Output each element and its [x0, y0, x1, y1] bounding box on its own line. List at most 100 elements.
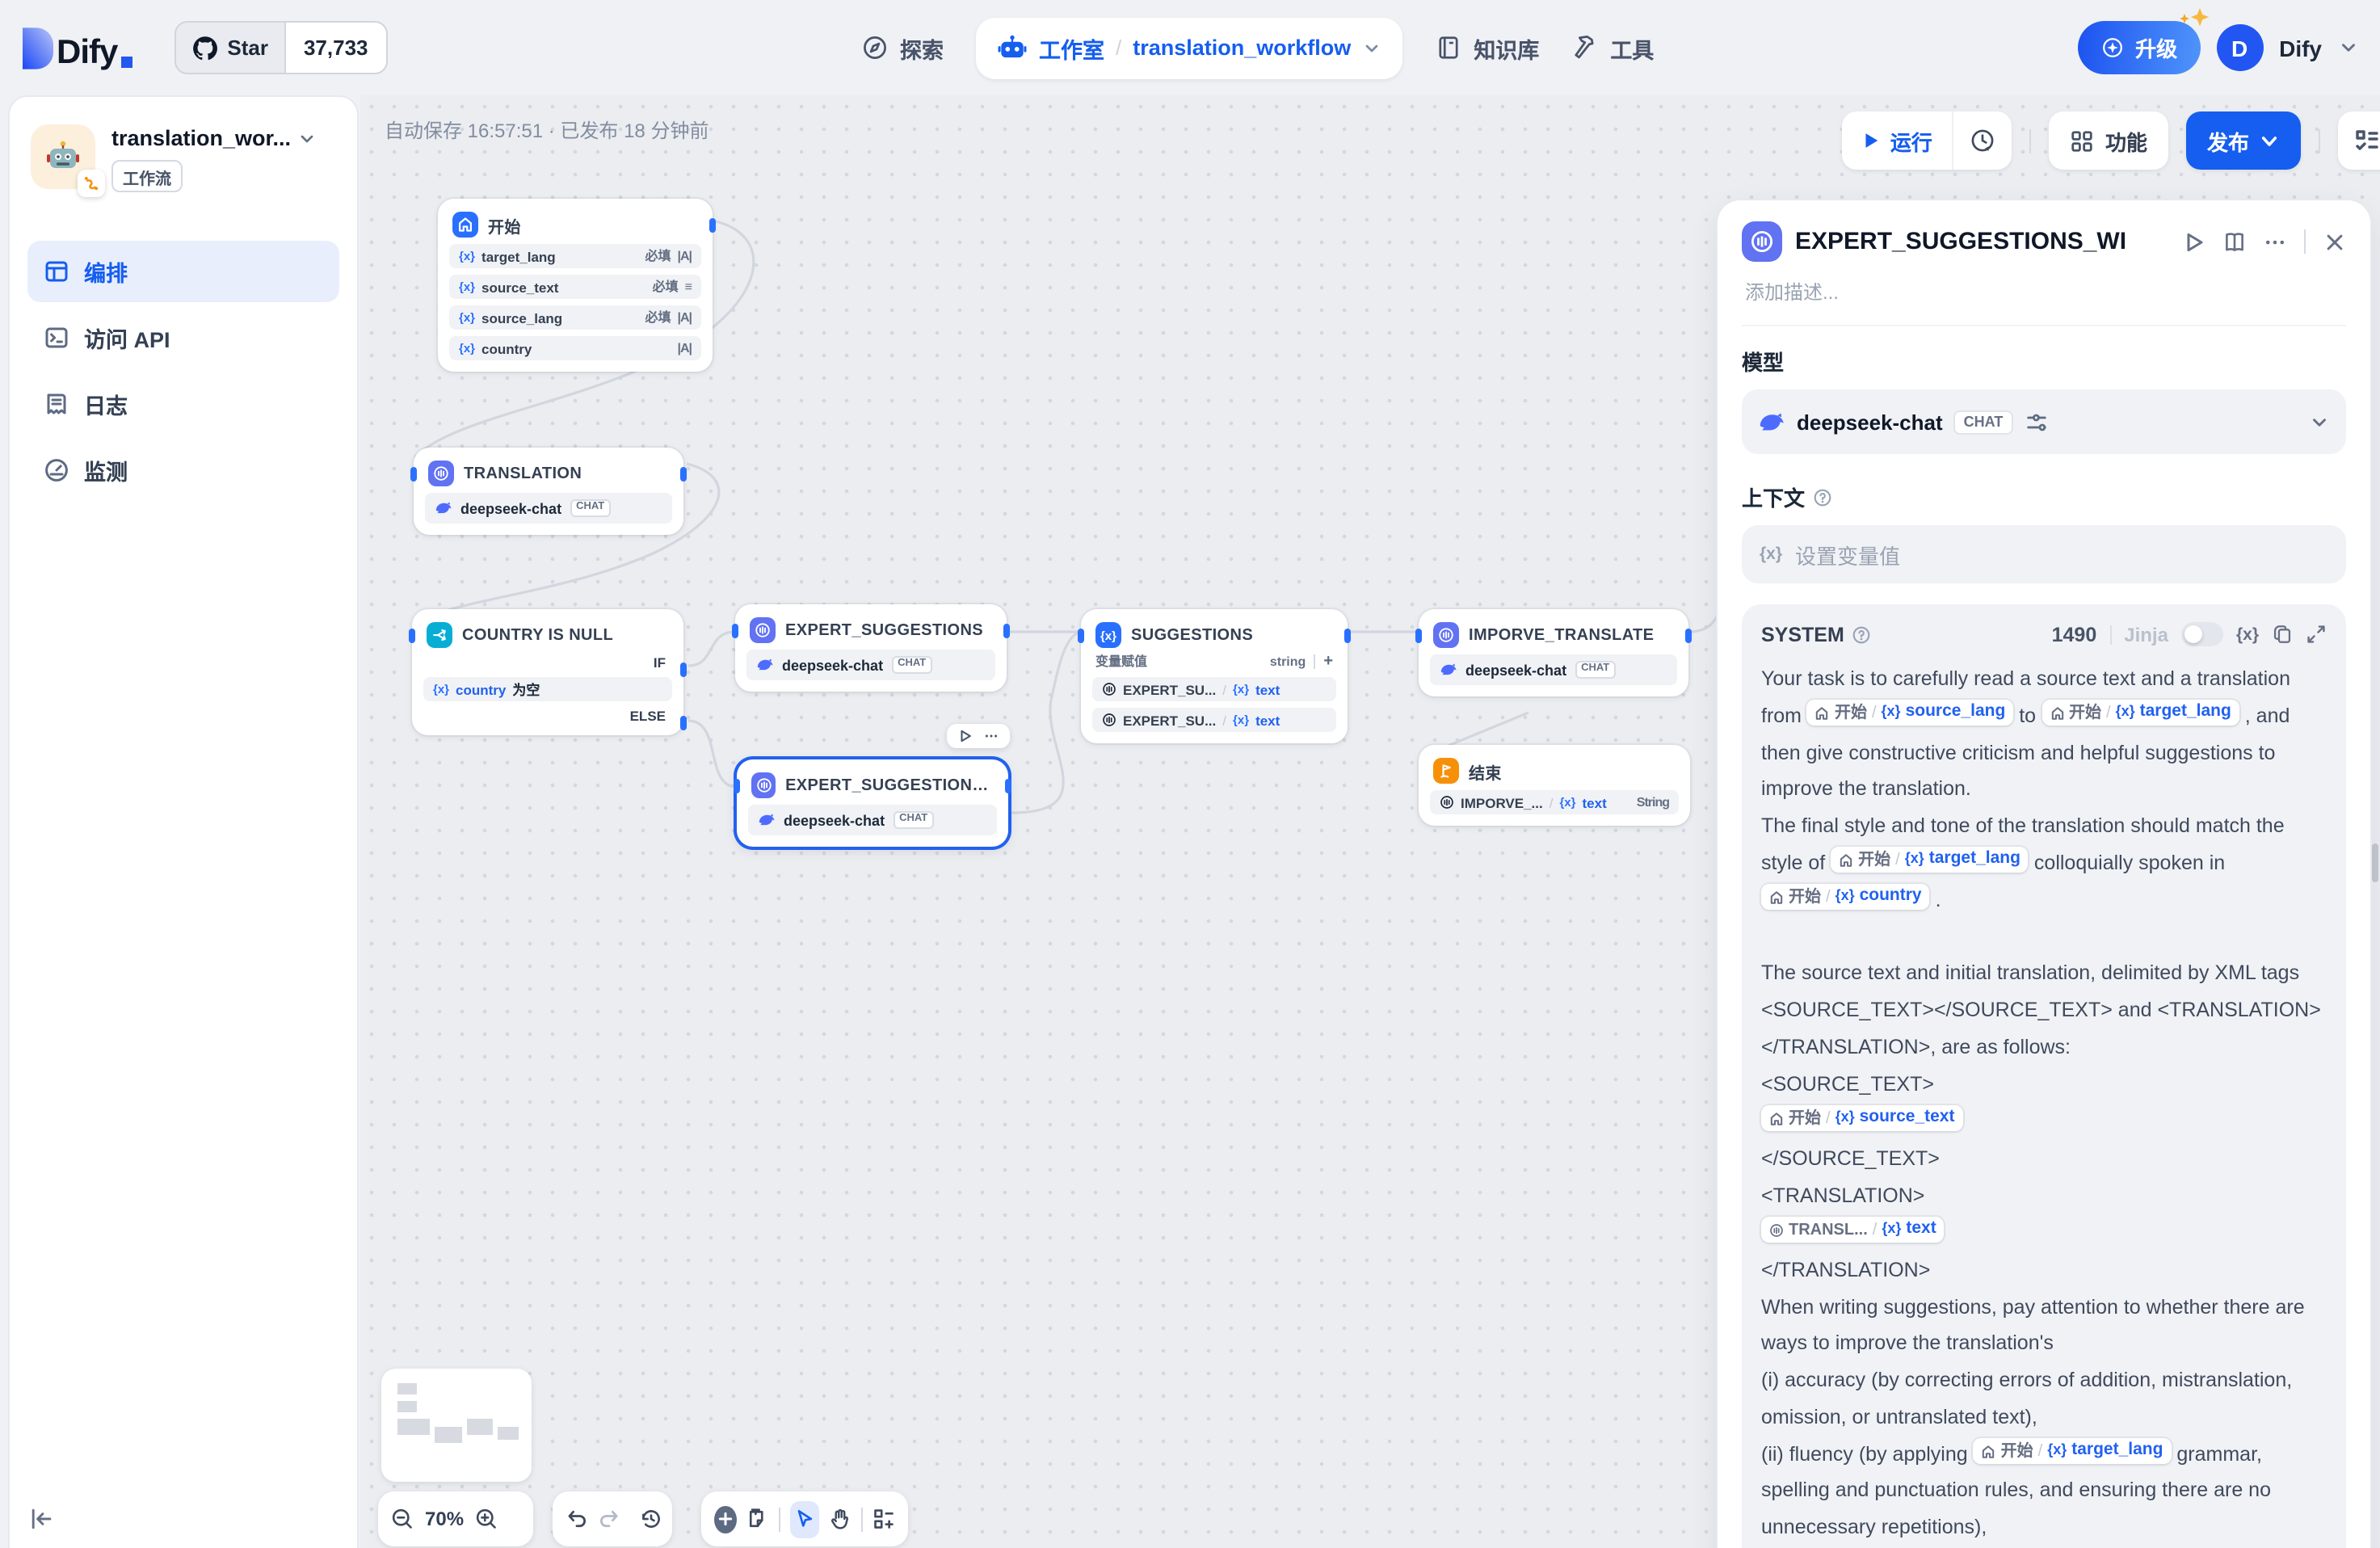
- chevron-down-icon[interactable]: [1362, 38, 1381, 57]
- sidebar-item-3[interactable]: 监测: [27, 440, 339, 501]
- llm-node-icon: [1433, 622, 1459, 648]
- auto-layout-icon[interactable]: [873, 1508, 895, 1530]
- zoom-out-icon[interactable]: [391, 1508, 414, 1530]
- play-icon[interactable]: [958, 729, 973, 743]
- nav-explore[interactable]: 探索: [861, 32, 944, 64]
- system-prompt-block[interactable]: SYSTEM 1490 Jinja {x} Your task is to ca…: [1742, 604, 2346, 1548]
- sidebar-item-1[interactable]: 访问 API: [27, 307, 339, 368]
- chip-node-label: 开始: [2001, 1441, 2033, 1462]
- avatar[interactable]: D: [2216, 24, 2263, 71]
- collapse-sidebar-icon[interactable]: [27, 1504, 57, 1533]
- variable-chip[interactable]: 开始/{x}country: [1761, 884, 1930, 909]
- system-prompt-text[interactable]: Your task is to carefully read a source …: [1761, 661, 2327, 1548]
- workflow-node-expert_suggestions[interactable]: EXPERT_SUGGESTIONSdeepseek-chatCHAT: [735, 604, 1007, 692]
- autosave-status: 自动保存 16:57:51 · 已发布 18 分钟前: [385, 116, 709, 144]
- minimap[interactable]: [381, 1369, 532, 1482]
- run-button[interactable]: 运行: [1842, 111, 1952, 170]
- sidebar-item-0[interactable]: 编排: [27, 241, 339, 302]
- variable-chip[interactable]: 开始/{x}source_lang: [1807, 700, 2013, 726]
- variable-name: source_lang: [481, 309, 562, 326]
- connection-handle[interactable]: [709, 218, 716, 233]
- model-selector[interactable]: deepseek-chat CHAT: [1742, 389, 2346, 454]
- sparkle-icon: [2187, 6, 2211, 31]
- canvas-scrollbar[interactable]: [2372, 843, 2378, 882]
- run-button-group[interactable]: 运行: [1842, 111, 2012, 170]
- features-button[interactable]: 功能: [2049, 111, 2168, 170]
- app-icon[interactable]: [31, 124, 95, 189]
- node-title-input[interactable]: EXPERT_SUGGESTIONS_WI: [1795, 228, 2170, 255]
- connection-handle[interactable]: [680, 716, 687, 730]
- workflow-node-end[interactable]: 结束IMPORVE_.../{x}textString: [1419, 745, 1690, 826]
- run-history-button[interactable]: [1952, 111, 2012, 170]
- connection-handle[interactable]: [410, 467, 417, 482]
- expand-icon[interactable]: [2306, 624, 2327, 645]
- workflow-node-expert_suggestions_wi[interactable]: EXPERT_SUGGESTIONS_...deepseek-chatCHAT: [737, 759, 1008, 847]
- add-node-button[interactable]: [714, 1505, 737, 1533]
- model-name: deepseek-chat: [782, 657, 883, 673]
- connection-handle[interactable]: [734, 779, 740, 793]
- help-icon[interactable]: [1852, 625, 1872, 644]
- jinja-label: Jinja: [2124, 623, 2168, 646]
- nav-knowledge-label: 知识库: [1474, 32, 1539, 64]
- insert-variable-icon[interactable]: {x}: [2236, 625, 2259, 644]
- context-variable-input[interactable]: {x} 设置变量值: [1742, 525, 2346, 583]
- variable-chip[interactable]: 开始/{x}target_lang: [2042, 700, 2239, 726]
- add-variable-icon[interactable]: +: [1323, 653, 1333, 671]
- chip-variable-name: target_lang: [2140, 702, 2231, 724]
- split-view-icon[interactable]: [2223, 230, 2246, 253]
- workflow-node-translation[interactable]: TRANSLATIONdeepseek-chatCHAT: [414, 448, 683, 535]
- github-star-button[interactable]: Star 37,733: [174, 21, 387, 74]
- connection-handle[interactable]: [1005, 779, 1011, 793]
- variable-chip[interactable]: 开始/{x}source_text: [1761, 1105, 1963, 1130]
- connection-handle[interactable]: [1003, 624, 1010, 638]
- play-run-node-icon[interactable]: [2183, 230, 2205, 253]
- sidebar-item-2[interactable]: 日志: [27, 373, 339, 435]
- dify-logo[interactable]: Dify: [23, 27, 132, 69]
- connection-handle[interactable]: [1415, 629, 1422, 643]
- pointer-tool-button[interactable]: [789, 1500, 819, 1537]
- version-history-icon[interactable]: [640, 1508, 662, 1530]
- publish-button[interactable]: 发布: [2186, 111, 2301, 170]
- variable-chip[interactable]: TRANSL.../{x}text: [1761, 1217, 1945, 1242]
- description-placeholder[interactable]: 添加描述...: [1745, 278, 2343, 305]
- breadcrumb-workspace[interactable]: 工作室: [1039, 32, 1104, 64]
- variable-chip[interactable]: 开始/{x}target_lang: [1831, 848, 2029, 873]
- help-icon[interactable]: [1813, 487, 1832, 507]
- redo-icon[interactable]: [598, 1508, 620, 1530]
- connection-handle[interactable]: [1685, 629, 1692, 643]
- zoom-in-icon[interactable]: [475, 1508, 498, 1530]
- connection-handle[interactable]: [1078, 629, 1084, 643]
- variable-type-icon: |A|: [677, 249, 692, 263]
- nav-knowledge[interactable]: 知识库: [1435, 32, 1539, 64]
- connection-handle[interactable]: [732, 624, 738, 638]
- connection-handle[interactable]: [680, 663, 687, 677]
- nav-tools[interactable]: 工具: [1571, 32, 1654, 64]
- workflow-node-country_is_null[interactable]: COUNTRY IS NULLIF{x}country为空ELSE: [412, 609, 683, 735]
- workflow-node-start[interactable]: 开始{x}target_lang必填|A|{x}source_text必填≡{x…: [438, 199, 713, 372]
- add-note-icon[interactable]: [746, 1508, 769, 1530]
- ellipsis-icon[interactable]: [984, 729, 999, 743]
- system-label: SYSTEM: [1761, 623, 1844, 646]
- upgrade-button[interactable]: 升级: [2077, 21, 2200, 74]
- variable-chip[interactable]: 开始/{x}target_lang: [1974, 1438, 2172, 1463]
- zoom-level[interactable]: 70%: [425, 1508, 464, 1530]
- workflow-node-improve_translate[interactable]: IMPORVE_TRANSLATEdeepseek-chatCHAT: [1419, 609, 1688, 696]
- workspace-breadcrumb[interactable]: 工作室 / translation_workflow: [976, 17, 1402, 78]
- workflow-node-suggestions[interactable]: {x}SUGGESTIONS变量赋值string+EXPERT_SU.../{x…: [1081, 609, 1348, 743]
- connection-handle[interactable]: [680, 467, 687, 482]
- connection-handle[interactable]: [1344, 629, 1351, 643]
- breadcrumb-workflow-name[interactable]: translation_workflow: [1133, 36, 1351, 60]
- hand-tool-icon[interactable]: [829, 1508, 852, 1530]
- checklist-button[interactable]: [2338, 111, 2380, 170]
- close-icon[interactable]: [2323, 230, 2346, 253]
- jinja-toggle[interactable]: [2181, 622, 2223, 646]
- connection-handle[interactable]: [409, 629, 415, 643]
- chevron-down-icon[interactable]: [297, 128, 317, 148]
- undo-icon[interactable]: [566, 1508, 588, 1530]
- more-options-icon[interactable]: [2264, 230, 2286, 253]
- ifelse-node-icon: [427, 622, 452, 648]
- input-variable-row: {x}target_lang必填|A|: [449, 244, 701, 268]
- copy-icon[interactable]: [2272, 624, 2293, 645]
- model-params-icon[interactable]: [2024, 410, 2048, 434]
- chevron-down-icon[interactable]: [2338, 37, 2359, 58]
